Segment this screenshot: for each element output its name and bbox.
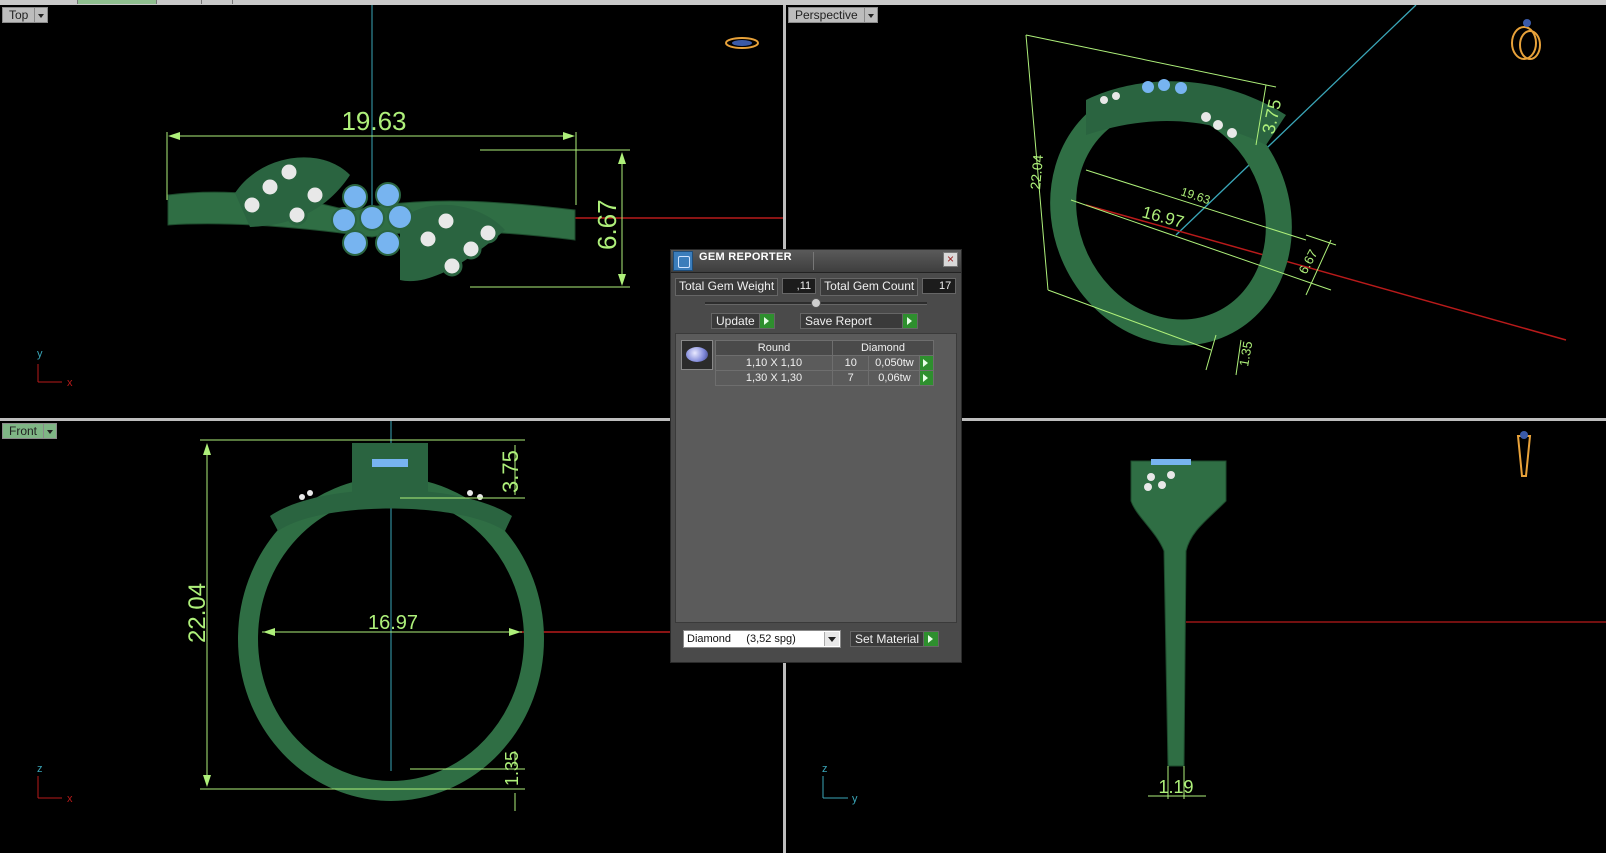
axis-label-x: x: [67, 377, 73, 389]
view-ring-icon: [1511, 19, 1541, 60]
axis-label-y: y: [852, 793, 858, 805]
viewport-label-top[interactable]: Top: [2, 7, 49, 23]
set-material-button-label: Set Material: [850, 631, 925, 647]
row-select-arrow-icon[interactable]: [919, 370, 934, 386]
dimension-head-height: 3.75: [498, 450, 523, 493]
dimension-thickness-perspective: 1.35: [1236, 340, 1255, 368]
dimension-outer-diameter: 22.04: [184, 583, 211, 643]
chevron-down-icon[interactable]: [864, 7, 878, 23]
play-arrow-icon: [924, 631, 940, 647]
title-divider: [813, 252, 814, 270]
chevron-down-icon[interactable]: [35, 7, 49, 23]
play-arrow-icon: [759, 313, 775, 329]
dimension-band-thickness: 1.35: [502, 751, 522, 786]
save-report-button-label: Save Report: [800, 313, 903, 329]
viewport-top[interactable]: 19.63 6.67 y x Top: [0, 5, 783, 418]
totals-row: Total Gem Weight ,11 Total Gem Count 17: [675, 278, 957, 296]
update-button[interactable]: Update: [711, 313, 775, 329]
axis-label-z: z: [822, 763, 828, 775]
dim-arrow: [509, 628, 521, 636]
dialog-title: GEM REPORTER: [699, 251, 792, 263]
viewport-title[interactable]: Perspective: [788, 7, 865, 23]
header-shape: Round: [715, 340, 833, 356]
dim-arrow: [563, 132, 575, 140]
viewport-label-front[interactable]: Front: [2, 423, 58, 439]
play-arrow-icon: [903, 313, 918, 329]
dim-arrow: [168, 132, 180, 140]
table-row[interactable]: 1,30 X 1,30 7 0,06tw: [715, 370, 934, 386]
view-pendant-icon: [1516, 431, 1532, 477]
tab-strip-item-active[interactable]: [78, 0, 157, 4]
gem-table: Round Diamond 1,10 X 1,10 10 0,050tw 1,3…: [715, 340, 934, 386]
gem-reporter-dialog: GEM REPORTER × Total Gem Weight ,11 Tota…: [670, 249, 962, 663]
dimension-outer-perspective: 22.04: [1027, 154, 1046, 191]
dim-arrow: [618, 274, 626, 286]
gem-list-panel: Round Diamond 1,10 X 1,10 10 0,050tw 1,3…: [675, 333, 957, 623]
gem-center-side: [1151, 459, 1191, 465]
gem-count: 10: [831, 355, 870, 371]
viewport-label-perspective[interactable]: Perspective: [788, 7, 878, 23]
gem-reporter-logo-icon: [673, 251, 693, 271]
material-select[interactable]: Diamond (3,52 spg): [683, 630, 841, 648]
dimension-height: 6.67: [592, 199, 622, 250]
dimension-shank-width: 1.19: [1158, 777, 1193, 797]
total-gem-count-value[interactable]: 17: [922, 278, 957, 294]
set-material-button[interactable]: Set Material: [850, 631, 940, 647]
table-row[interactable]: 1,10 X 1,10 10 0,050tw: [715, 355, 934, 371]
header-material: Diamond: [832, 340, 934, 356]
gem-count: 7: [831, 370, 870, 386]
dim-arrow: [618, 152, 626, 164]
dim-arrow: [203, 443, 211, 455]
tab-strip-item[interactable]: [202, 0, 233, 4]
total-gem-weight-value[interactable]: ,11: [782, 278, 817, 294]
total-gem-weight-label: Total Gem Weight: [675, 278, 779, 296]
total-gem-count-label: Total Gem Count: [820, 278, 919, 296]
row-select-arrow-icon[interactable]: [919, 355, 934, 371]
dimension-inner-diameter: 16.97: [368, 612, 418, 634]
front-view-canvas: 3.75 22.04 16.97 1.35 z x: [37, 421, 783, 811]
chevron-down-icon[interactable]: [44, 423, 58, 439]
axis-indicator-right: [822, 776, 848, 799]
chevron-down-icon[interactable]: [824, 632, 839, 646]
viewport-front[interactable]: 3.75 22.04 16.97 1.35 z x Front: [0, 421, 783, 853]
close-icon[interactable]: ×: [943, 252, 958, 267]
material-select-value: Diamond (3,52 spg): [687, 633, 796, 645]
separator-knob[interactable]: [811, 298, 821, 308]
gem-weight: 0,050tw: [868, 355, 921, 371]
gem-size: 1,30 X 1,30: [715, 370, 833, 386]
save-report-button[interactable]: Save Report: [800, 313, 918, 329]
axis-indicator-top: [37, 364, 62, 383]
axis-label-y: y: [37, 348, 43, 360]
tab-strip-item[interactable]: [157, 0, 202, 4]
dimension-inner-perspective: 16.97: [1140, 203, 1186, 232]
ring-side-profile: [1130, 460, 1227, 767]
axis-label-x: x: [67, 793, 73, 805]
gem-weight: 0,06tw: [868, 370, 921, 386]
top-view-canvas: 19.63 6.67 y x: [37, 5, 783, 389]
dialog-title-bar[interactable]: GEM REPORTER ×: [671, 250, 961, 273]
gem-size: 1,10 X 1,10: [715, 355, 833, 371]
dimension-width: 19.63: [341, 106, 406, 136]
axis-label-z: z: [37, 763, 43, 775]
dim-arrow: [263, 628, 275, 636]
dimension-width-perspective: 19.63: [1179, 185, 1212, 208]
gem-center-front: [372, 459, 408, 467]
round-gem-icon: [681, 340, 713, 370]
viewport-title[interactable]: Top: [2, 7, 36, 23]
tab-strip-item[interactable]: [47, 0, 78, 4]
viewport-title[interactable]: Front: [2, 423, 45, 439]
ring-head-front: [352, 443, 428, 498]
gem-table-header: Round Diamond: [715, 340, 934, 356]
view-ring-icon: [725, 37, 759, 49]
update-button-label: Update: [711, 313, 760, 329]
dim-arrow: [203, 775, 211, 787]
axis-indicator-front: [37, 776, 62, 799]
